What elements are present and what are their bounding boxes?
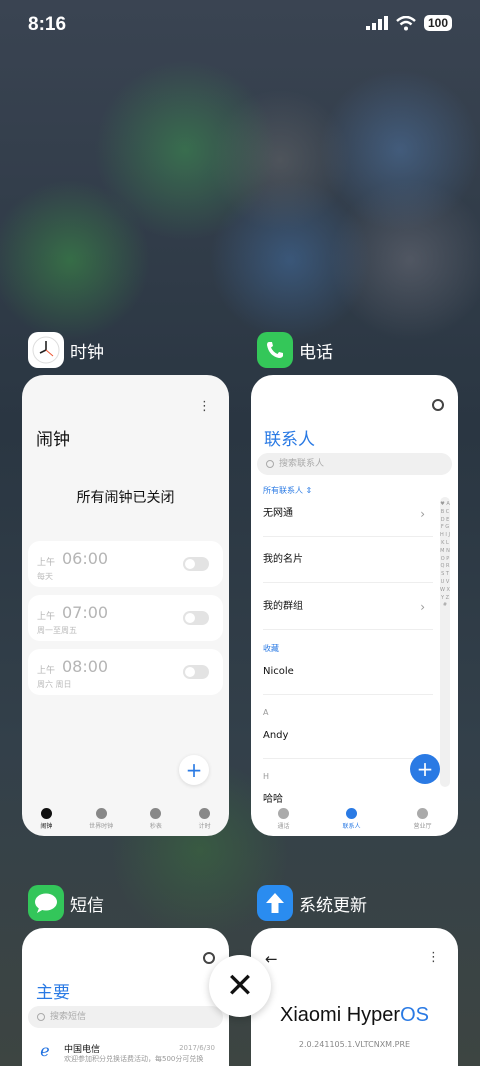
- alarm-repeat: 每天: [37, 572, 53, 581]
- alarm-icon: [40, 808, 52, 819]
- person-icon: [345, 808, 357, 819]
- tab-label: 闹钟: [40, 823, 53, 830]
- phone-icon: [277, 808, 289, 819]
- tab-label: 秒表: [149, 823, 162, 830]
- world-clock-icon: [95, 808, 107, 819]
- phone-bottom-nav: 通话 联系人 营业厅: [251, 808, 458, 830]
- update-app-card[interactable]: ← ⋮ Xiaomi HyperOS 2.0.241105.1.VLTCNXM.…: [251, 928, 458, 1066]
- tab-label: 计时: [198, 823, 211, 830]
- row-label: Andy: [263, 730, 289, 741]
- sms-search-input[interactable]: 搜索短信: [28, 1006, 223, 1028]
- alarm-ampm: 上午: [37, 558, 56, 568]
- os-version: 2.0.241105.1.VLTCNXM.PRE: [298, 1040, 411, 1049]
- alarms-status: 所有闹钟已关闭: [76, 490, 175, 506]
- alarm-item[interactable]: 上午 08:00 周六 周日: [28, 649, 223, 695]
- row-label: 无网通: [263, 508, 293, 519]
- contacts-title: 联系人: [264, 430, 315, 450]
- alarm-toggle[interactable]: [183, 557, 209, 571]
- brand-main: Xiaomi Hyper: [280, 1004, 401, 1026]
- alarm-toggle[interactable]: [183, 665, 209, 679]
- settings-gear-icon[interactable]: [432, 399, 444, 411]
- clock-bottom-nav: 闹钟 世界时钟 秒表 计时: [22, 808, 229, 830]
- more-options-icon[interactable]: ⋮: [427, 950, 440, 965]
- tab-alarm[interactable]: 闹钟: [40, 808, 52, 830]
- settings-gear-icon[interactable]: [203, 952, 215, 964]
- chevron-right-icon: ›: [420, 600, 425, 614]
- clock-title: 闹钟: [36, 430, 70, 450]
- signal-icon: [365, 16, 388, 30]
- sms-app-card[interactable]: 主要 搜索短信 ℯ 中国电信 2017/6/30 欢迎参加积分兑换话费活动，每5…: [22, 928, 229, 1066]
- phone-app-name: 电话: [299, 342, 333, 363]
- alarm-ampm: 上午: [37, 666, 56, 676]
- phone-app-icon: [257, 332, 293, 368]
- tab-contacts[interactable]: 联系人: [342, 808, 361, 830]
- contact-row[interactable]: 我的群组 ›: [263, 584, 433, 630]
- alphabet-index-scrollbar[interactable]: ♥ A B C D E F G H I J K L M N O P Q R S …: [440, 497, 450, 787]
- sms-app-name: 短信: [70, 895, 104, 916]
- alarm-item[interactable]: 上午 07:00 周一至周五: [28, 595, 223, 641]
- alarm-item[interactable]: 上午 06:00 每天: [28, 541, 223, 587]
- alarm-time: 08:00: [62, 657, 109, 676]
- contact-row[interactable]: Nicole: [263, 649, 433, 695]
- update-app-icon: [257, 885, 293, 921]
- timer-icon: [199, 808, 211, 819]
- hyperos-brand: Xiaomi HyperOS: [251, 1004, 458, 1027]
- row-label: 哈哈: [263, 794, 283, 805]
- china-telecom-avatar-icon: ℯ: [34, 1040, 56, 1062]
- contact-row[interactable]: Andy: [263, 713, 433, 759]
- tab-label: 营业厅: [413, 823, 432, 830]
- phone-app-card[interactable]: 联系人 搜索联系人 所有联系人 ⇕ 无网通 › 我的名片 我的群组 › 收藏 Nic…: [251, 375, 458, 836]
- status-icons: 100: [365, 15, 452, 31]
- clock-app-name: 时钟: [70, 342, 104, 363]
- contacts-search-input[interactable]: 搜索联系人: [257, 453, 452, 475]
- clock-app-header[interactable]: 时钟: [28, 332, 104, 368]
- status-bar: 8:16 100: [0, 0, 480, 50]
- update-app-name: 系统更新: [299, 895, 367, 916]
- sms-title: 主要: [36, 983, 70, 1003]
- contact-row[interactable]: 无网通 ›: [263, 491, 433, 537]
- battery-indicator: 100: [423, 15, 452, 31]
- tab-calls[interactable]: 通话: [277, 808, 290, 830]
- tab-label: 通话: [277, 823, 290, 830]
- alarm-time: 06:00: [62, 549, 109, 568]
- add-contact-button[interactable]: +: [410, 754, 440, 784]
- row-label: Nicole: [263, 666, 294, 677]
- status-time: 8:16: [28, 14, 67, 35]
- alarm-ampm: 上午: [37, 612, 56, 622]
- tab-service-hall[interactable]: 营业厅: [413, 808, 432, 830]
- back-arrow-icon[interactable]: ←: [265, 950, 278, 968]
- tab-label: 世界时钟: [89, 823, 114, 830]
- clock-app-icon: [28, 332, 64, 368]
- tab-label: 联系人: [342, 823, 361, 830]
- row-label: 我的名片: [263, 554, 303, 565]
- add-alarm-button[interactable]: +: [179, 755, 209, 785]
- row-label: 我的群组: [263, 601, 303, 612]
- store-icon: [416, 808, 428, 819]
- contact-row[interactable]: 我的名片: [263, 537, 433, 583]
- clear-all-close-button[interactable]: ✕: [209, 955, 271, 1017]
- sms-date: 2017/6/30: [179, 1044, 215, 1052]
- sms-app-icon: [28, 885, 64, 921]
- clock-app-card[interactable]: ⋮ 闹钟 所有闹钟已关闭 上午 06:00 每天 上午 07:00 周一至周五 …: [22, 375, 229, 836]
- tab-timer[interactable]: 计时: [199, 808, 211, 830]
- update-app-header[interactable]: 系统更新: [257, 885, 367, 921]
- alarm-repeat: 周一至周五: [37, 626, 77, 635]
- wifi-icon: [396, 15, 416, 30]
- more-options-icon[interactable]: ⋮: [198, 399, 211, 414]
- tab-world-clock[interactable]: 世界时钟: [89, 808, 113, 830]
- chevron-right-icon: ›: [420, 507, 425, 521]
- tab-stopwatch[interactable]: 秒表: [150, 808, 162, 830]
- brand-os: OS: [400, 1004, 429, 1026]
- sms-preview: 欢迎参加积分兑换话费活动，每500分可兑换: [64, 1055, 204, 1063]
- alarm-time: 07:00: [62, 603, 109, 622]
- stopwatch-icon: [150, 808, 162, 819]
- alarm-toggle[interactable]: [183, 611, 209, 625]
- phone-app-header[interactable]: 电话: [257, 332, 333, 368]
- sms-app-header[interactable]: 短信: [28, 885, 104, 921]
- alarm-repeat: 周六 周日: [37, 680, 72, 689]
